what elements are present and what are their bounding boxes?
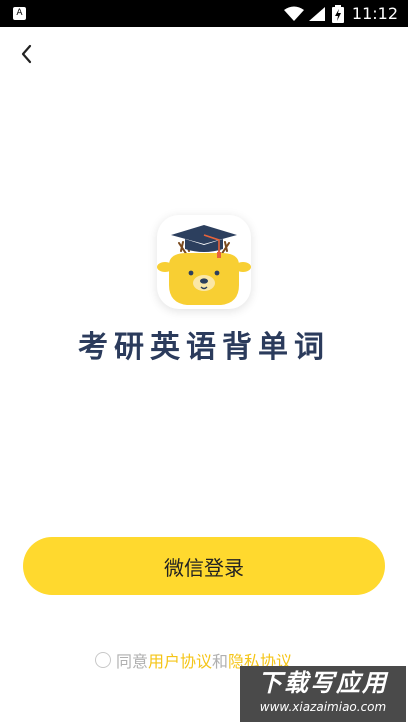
app-title: 考研英语背单词 <box>78 330 330 365</box>
wechat-login-button[interactable]: 微信登录 <box>23 537 385 595</box>
app-logo <box>157 215 251 309</box>
site-watermark: 下载写应用 www.xiazaimiao.com <box>240 666 406 722</box>
back-button[interactable] <box>14 40 42 68</box>
user-agreement-link[interactable]: 用户协议 <box>148 648 212 672</box>
agreement-prefix: 同意 <box>116 652 149 671</box>
status-time: 11:12 <box>351 4 398 23</box>
status-bar: A 11:12 <box>0 0 408 27</box>
chevron-left-icon <box>21 44 32 64</box>
notification-app-icon: A <box>13 7 26 20</box>
watermark-title: 下载写应用 <box>258 669 388 697</box>
watermark-url: www.xiazaimiao.com <box>259 700 387 714</box>
cellular-signal-icon <box>308 6 325 21</box>
agree-checkbox[interactable] <box>95 652 111 668</box>
agreement-conjunction: 和 <box>212 652 229 671</box>
status-icons: 11:12 <box>283 0 398 27</box>
battery-charging-icon <box>331 4 344 23</box>
deer-with-graduation-cap-icon <box>157 225 251 305</box>
wifi-icon <box>283 6 304 21</box>
